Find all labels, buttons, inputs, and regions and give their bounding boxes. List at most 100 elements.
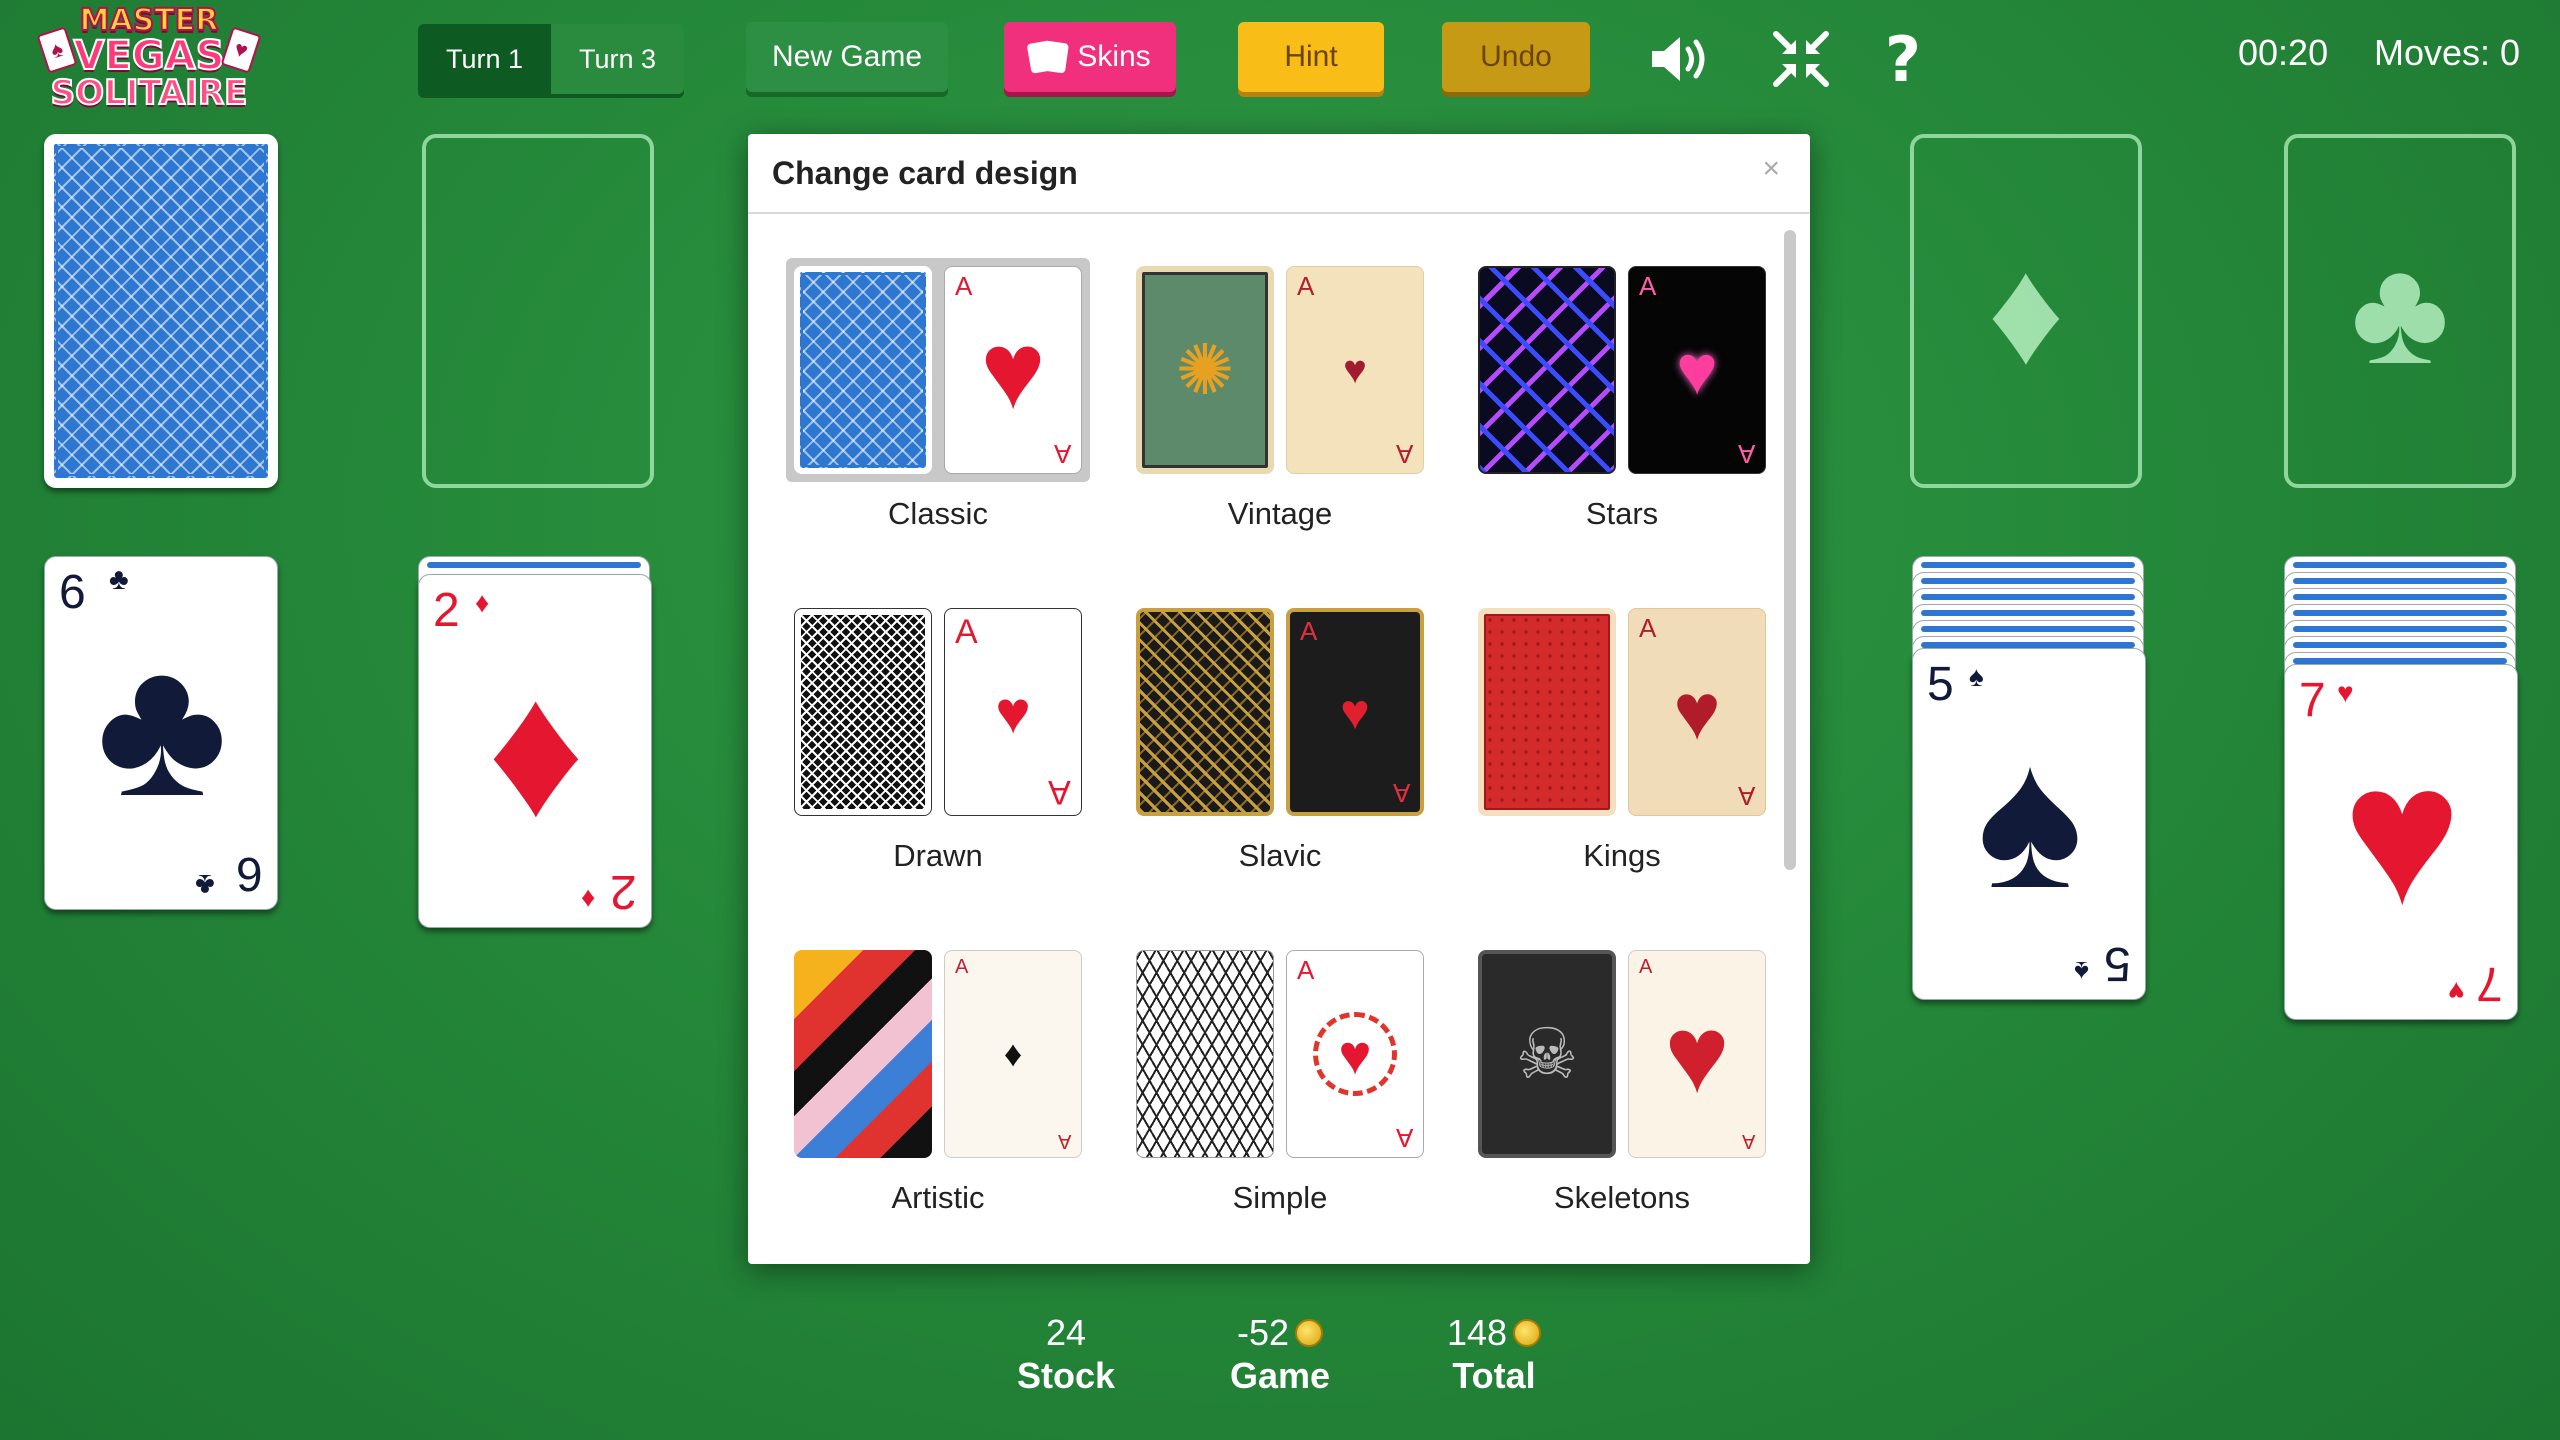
skin-label: Artistic (891, 1180, 985, 1215)
help-icon: ? (1885, 22, 1921, 96)
ace-rank: A (1395, 1123, 1413, 1153)
ace-rank: A (1395, 439, 1413, 469)
heart-small-icon: ♥ (2337, 677, 2354, 708)
card-rank: 5 (2104, 937, 2131, 990)
ace-rank: A (1048, 773, 1071, 811)
card-rank: 6 (59, 566, 86, 619)
card-rank: 2 (433, 584, 460, 637)
total-label: Total (1452, 1355, 1536, 1396)
turn-1-button[interactable]: Turn 1 (418, 24, 551, 94)
ace-rank: A (1741, 1130, 1755, 1152)
spade-icon: ♠ (1976, 707, 2084, 930)
skin-option-classic[interactable]: A ♥ A Classic (786, 258, 1090, 532)
cards-icon (1026, 40, 1070, 74)
club-small-icon: ♣ (195, 868, 215, 901)
skin-label: Drawn (893, 838, 983, 873)
game-timer: 00:20 (2238, 32, 2329, 73)
stock-label: Stock (1016, 1355, 1116, 1396)
new-game-button[interactable]: New Game (746, 22, 948, 92)
skin-label: Skeletons (1553, 1180, 1691, 1215)
card-back-preview: ☠ (1478, 950, 1616, 1158)
sound-button[interactable] (1646, 26, 1716, 92)
speaker-icon (1652, 37, 1705, 81)
card-back-preview: ✺ (1136, 266, 1274, 474)
spade-small-icon: ♠ (1969, 661, 1984, 692)
card-rank: 6 (236, 847, 263, 900)
club-small-icon: ♣ (109, 563, 129, 596)
dialog-scrollbar[interactable] (1784, 230, 1796, 870)
card-back-preview (1478, 608, 1616, 816)
turn-3-button[interactable]: Turn 3 (551, 24, 684, 94)
total-score: 148 (1446, 1312, 1508, 1353)
help-button[interactable]: ? (1868, 23, 1938, 96)
diamond-icon: ♦ (1003, 1033, 1023, 1074)
ace-preview: A ♦ A (944, 950, 1082, 1158)
heart-small-icon: ♥ (2448, 976, 2465, 1007)
tableau-card-7-hearts[interactable]: 7 ♥ ♥ 7 ♥ (2284, 664, 2518, 1020)
skin-option-vintage[interactable]: ✺ A ♥ A Vintage (1128, 258, 1432, 532)
club-suit-icon: ♣ (2350, 226, 2450, 395)
tableau-card-5-spades[interactable]: 5 ♠ ♠ 5 ♠ (1912, 648, 2146, 1000)
card-back-preview (794, 266, 932, 474)
empty-waste-slot[interactable] (422, 134, 654, 488)
game-logo: ♠ ♥ MASTER VEGAS SOLITAIRE (36, 5, 262, 111)
card-back-preview (1136, 950, 1274, 1158)
diamond-icon: ♦ (487, 644, 585, 856)
ace-preview: A ♥ A (1628, 266, 1766, 474)
skin-label: Classic (888, 496, 988, 531)
ace-preview: A ♥ A (1628, 950, 1766, 1158)
dialog-title: Change card design (748, 134, 1810, 214)
coin-icon (1295, 1319, 1324, 1347)
heart-icon: ♥ (995, 678, 1031, 746)
ace-rank: A (1053, 439, 1071, 469)
skin-option-drawn[interactable]: A ♥ A Drawn (786, 600, 1090, 874)
skin-label: Slavic (1238, 838, 1322, 873)
skins-button[interactable]: Skins (1004, 22, 1176, 92)
laurel-icon: ♥ (1313, 1012, 1397, 1096)
foundation-clubs[interactable]: ♣ (2284, 134, 2516, 488)
stock-pile[interactable] (44, 134, 278, 488)
turn-mode-toggle: Turn 1 Turn 3 (418, 24, 684, 94)
card-back-preview (1136, 608, 1274, 816)
heart-icon: ♥ (1664, 992, 1730, 1116)
skin-option-artistic[interactable]: A ♦ A Artistic (786, 942, 1090, 1216)
skin-option-slavic[interactable]: A ♥ A Slavic (1128, 600, 1432, 874)
card-back-preview (794, 950, 932, 1158)
card-rank: 5 (1927, 658, 1954, 711)
card-back-preview (1478, 266, 1616, 474)
skin-option-stars[interactable]: A ♥ A Stars (1470, 258, 1774, 532)
skins-button-label: Skins (1077, 40, 1151, 73)
stock-count: 24 (1045, 1312, 1087, 1353)
heart-icon: ♥ (1676, 331, 1718, 409)
exit-fullscreen-button[interactable] (1766, 26, 1836, 92)
stock-stat: 24 Stock (976, 1312, 1156, 1398)
skin-option-simple[interactable]: A ♥ A Simple (1128, 942, 1432, 1216)
skin-label: Kings (1583, 838, 1661, 873)
card-rank: 7 (2476, 957, 2503, 1010)
undo-button[interactable]: Undo (1442, 22, 1590, 92)
heart-icon: ♥ (1673, 667, 1721, 756)
skin-label: Stars (1585, 496, 1659, 531)
ace-preview: A ♥ A (1628, 608, 1766, 816)
sun-icon: ✺ (1175, 331, 1235, 409)
game-label: Game (1229, 1355, 1331, 1396)
close-icon[interactable]: × (1762, 152, 1780, 186)
game-score-stat: -52 Game (1190, 1312, 1370, 1398)
skin-label: Simple (1232, 1180, 1328, 1215)
skin-option-skeletons[interactable]: ☠ A ♥ A Skeletons (1470, 942, 1774, 1216)
tableau-card-6-clubs[interactable]: 6 ♣ ♣ 6 ♣ (44, 556, 278, 910)
diamond-small-icon: ♦ (580, 884, 595, 915)
ace-preview: A ♥ A (1286, 608, 1424, 816)
heart-icon: ♥ (2342, 723, 2462, 946)
ace-preview: A ♥ A (1286, 950, 1424, 1158)
skin-option-kings[interactable]: A ♥ A Kings (1470, 600, 1774, 874)
skin-label: Vintage (1227, 496, 1333, 531)
card-back-preview (794, 608, 932, 816)
heart-icon: ♥ (1338, 1022, 1372, 1086)
foundation-diamonds[interactable]: ♦ (1910, 134, 2142, 488)
tableau-card-2-diamonds[interactable]: 2 ♦ ♦ 2 ♦ (418, 574, 652, 928)
hint-button[interactable]: Hint (1238, 22, 1384, 92)
ace-preview: A ♥ A (944, 266, 1082, 474)
card-rank: 2 (610, 865, 637, 918)
ace-rank: A (1392, 778, 1410, 808)
